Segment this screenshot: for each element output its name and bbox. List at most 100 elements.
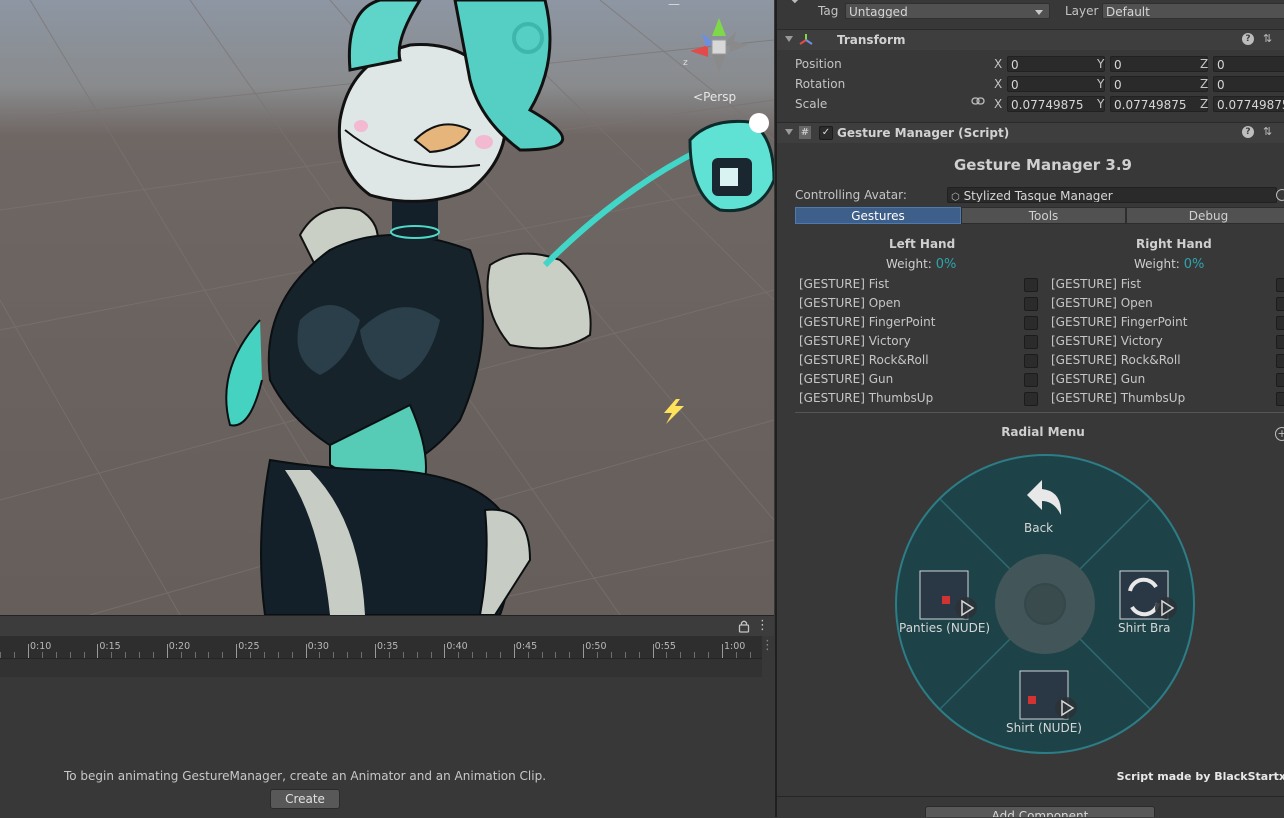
rotation-x-field[interactable]: 0 — [1007, 76, 1105, 92]
timeline-minor-tick — [319, 652, 321, 658]
timeline-minor-tick — [55, 652, 57, 658]
rotation-z-field[interactable]: 0 — [1213, 76, 1284, 92]
timeline-tick-label: 0:15 — [99, 641, 121, 652]
timeline-minor-tick — [416, 652, 418, 658]
left-gesture-checkbox[interactable] — [1024, 316, 1038, 330]
timeline-minor-tick — [250, 652, 252, 658]
timeline-minor-tick — [291, 652, 293, 658]
position-y-field[interactable]: 0 — [1110, 56, 1208, 72]
layer-dropdown[interactable]: Default — [1102, 3, 1284, 19]
tab-gestures[interactable]: Gestures — [795, 207, 961, 224]
lock-icon[interactable] — [738, 619, 750, 633]
radial-item-panties[interactable]: Panties (NUDE) — [899, 621, 990, 635]
animation-timeline[interactable]: 0:10 0:15 0:20 0:25 0:30 0:35 0:40 0:45 0:50 0:55… — [0, 636, 762, 659]
perspective-label[interactable]: <Persp — [693, 90, 736, 104]
transform-header[interactable]: Transform ? ⇅ — [777, 29, 1284, 50]
timeline-minor-tick — [555, 652, 557, 658]
orientation-gizmo-icon[interactable]: z — [683, 18, 748, 72]
scene-menu-icon[interactable]: — — [668, 0, 682, 10]
scene-canvas[interactable]: z — [0, 0, 774, 615]
controlling-avatar-field[interactable]: ⬡ Stylized Tasque Manager — [947, 187, 1277, 203]
right-gesture-checkbox[interactable] — [1276, 354, 1284, 368]
gesture-manager-header[interactable]: # ✓ Gesture Manager (Script) ? ⇅ — [777, 122, 1284, 143]
timeline-minor-tick — [694, 652, 696, 658]
right-gesture-checkbox[interactable] — [1276, 297, 1284, 311]
foldout-arrow-icon[interactable] — [785, 129, 793, 135]
rotation-z-axis-label: Z — [1200, 77, 1209, 91]
shirt-thumbnail-icon[interactable] — [1019, 670, 1077, 720]
tab-debug[interactable]: Debug — [1126, 207, 1284, 224]
right-gesture-checkbox[interactable] — [1276, 392, 1284, 406]
left-gesture-checkbox[interactable] — [1024, 335, 1038, 349]
timeline-track[interactable] — [0, 659, 762, 677]
panties-thumbnail-icon[interactable] — [919, 570, 977, 620]
left-gesture-checkbox[interactable] — [1024, 278, 1038, 292]
position-label: Position — [795, 57, 842, 71]
timeline-major-tick — [375, 644, 376, 658]
right-gesture-checkbox[interactable] — [1276, 316, 1284, 330]
add-component-button[interactable]: Add Component — [925, 806, 1155, 817]
transform-icon — [799, 34, 813, 45]
help-icon[interactable]: ? — [1242, 126, 1254, 138]
radial-center-knob — [1024, 583, 1066, 625]
weight-label: Weight: — [1134, 257, 1180, 271]
timeline-kebab-icon[interactable]: ⋮ — [761, 638, 774, 654]
left-gesture-checkbox[interactable] — [1024, 354, 1038, 368]
scene-view[interactable]: z — <Persp — [0, 0, 774, 615]
timeline-minor-tick — [152, 652, 154, 658]
help-icon[interactable]: ? — [1242, 33, 1254, 45]
left-gesture-checkbox[interactable] — [1024, 297, 1038, 311]
timeline-tick-label: 0:20 — [168, 641, 191, 652]
position-z-field[interactable]: 0 — [1213, 56, 1284, 72]
scale-z-field[interactable]: 0.07749875 — [1213, 96, 1284, 112]
object-picker-icon[interactable] — [1276, 189, 1284, 201]
timeline-minor-tick — [430, 652, 432, 658]
chevron-down-icon — [1035, 10, 1043, 15]
timeline-minor-tick — [222, 652, 224, 658]
settings-sliders-icon[interactable]: ⇅ — [1263, 32, 1275, 46]
rotation-y-field[interactable]: 0 — [1110, 76, 1208, 92]
timeline-major-tick — [97, 644, 99, 658]
tag-dropdown[interactable]: Untagged — [845, 3, 1050, 19]
right-gesture-checkbox[interactable] — [1276, 278, 1284, 292]
right-gesture-label: [GESTURE] Rock&Roll — [1051, 353, 1181, 367]
timeline-minor-tick — [486, 652, 488, 658]
left-gesture-label: [GESTURE] Open — [799, 296, 901, 310]
timeline-minor-tick — [735, 652, 737, 658]
left-gesture-checkbox[interactable] — [1024, 373, 1038, 387]
shirt-bra-thumbnail-icon[interactable] — [1119, 570, 1177, 620]
tag-label: Tag — [818, 4, 839, 18]
timeline-tick-label: 0:50 — [585, 641, 607, 652]
timeline-minor-tick — [388, 652, 390, 658]
left-gesture-label: [GESTURE] Fist — [799, 277, 890, 291]
avatar-model[interactable] — [225, 0, 774, 615]
rotation-y-axis-label: Y — [1097, 77, 1105, 91]
radial-item-shirt-bra[interactable]: Shirt Bra — [1118, 621, 1171, 635]
tab-tools[interactable]: Tools — [961, 207, 1126, 224]
light-gizmo-icon[interactable] — [749, 113, 769, 133]
controlling-avatar-label: Controlling Avatar: — [795, 188, 907, 202]
left-gesture-checkbox[interactable] — [1024, 392, 1038, 406]
right-gesture-label: [GESTURE] Open — [1051, 296, 1153, 310]
scale-y-field[interactable]: 0.07749875 — [1110, 96, 1208, 112]
timeline-tick-label: 0:40 — [446, 641, 468, 652]
create-button[interactable]: Create — [270, 789, 340, 809]
component-enabled-checkbox[interactable]: ✓ — [819, 126, 833, 140]
tag-value: Untagged — [849, 5, 908, 19]
radial-item-shirt[interactable]: Shirt (NUDE) — [1006, 721, 1082, 735]
right-gesture-checkbox[interactable] — [1276, 373, 1284, 387]
right-gesture-checkbox[interactable] — [1276, 335, 1284, 349]
radial-menu[interactable] — [894, 453, 1196, 755]
timeline-minor-tick — [69, 652, 71, 658]
settings-sliders-icon[interactable]: ⇅ — [1263, 125, 1275, 139]
timeline-minor-tick — [708, 652, 710, 658]
kebab-menu-icon[interactable]: ⋮ — [756, 618, 769, 634]
radial-item-back[interactable]: Back — [1024, 521, 1053, 535]
position-x-field[interactable]: 0 — [1007, 56, 1105, 72]
link-scale-icon[interactable] — [971, 96, 985, 106]
add-icon[interactable]: + — [1275, 427, 1284, 441]
scale-x-field[interactable]: 0.07749875 — [1007, 96, 1105, 112]
foldout-arrow-icon[interactable] — [785, 36, 793, 42]
cube-icon: ⬡ — [951, 192, 960, 203]
animation-toolbar: ⋮ — [0, 616, 774, 636]
